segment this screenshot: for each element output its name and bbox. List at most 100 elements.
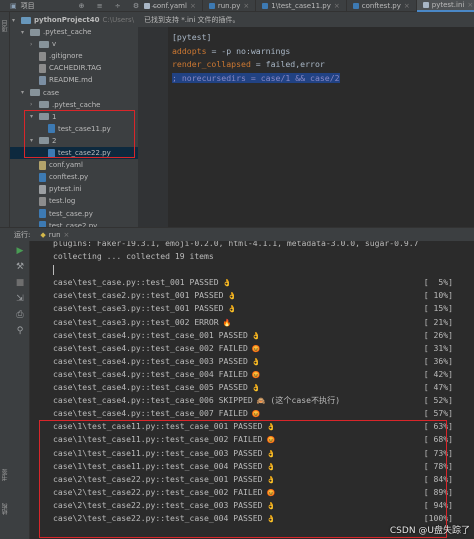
- code-area[interactable]: [pytest] addopts = -p no:warnings render_c…: [172, 31, 340, 85]
- console-line-text: case\2\test_case22.py::test_case_001 PAS…: [53, 473, 263, 484]
- close-icon[interactable]: ×: [404, 2, 410, 10]
- restore-layout-icon[interactable]: ⇲: [14, 293, 26, 305]
- console-line: case\test_case4.py::test_case_002 FAILED…: [53, 342, 453, 355]
- console-line: case\test_case4.py::test_case_003 PASSED…: [53, 355, 453, 368]
- tree-folder[interactable]: › v: [10, 38, 56, 50]
- progress-percent: [ 89%]: [423, 486, 453, 497]
- console-line: case\1\test_case11.py::test_case_002 FAI…: [53, 433, 453, 446]
- tree-file[interactable]: conftest.py: [10, 171, 88, 183]
- tree-item-label: test.log: [49, 197, 76, 206]
- tree-folder[interactable]: › .pytest_cache: [10, 99, 100, 111]
- console-line-text: case\test_case2.py::test_001 PASSED: [53, 290, 224, 301]
- log-file-icon: [39, 51, 46, 61]
- run-toolbar: ▶ ⚒ ■ ⇲ ⎙ ⚲: [10, 241, 30, 539]
- left-tool-stripe: 项目: [0, 12, 10, 227]
- console-line: case\1\test_case11.py::test_case_001 PAS…: [53, 420, 453, 433]
- chevron-right-icon[interactable]: ›: [30, 41, 36, 48]
- text-cursor: [53, 264, 54, 275]
- close-icon[interactable]: ×: [467, 1, 473, 9]
- tree-item-label: .pytest_cache: [43, 28, 92, 36]
- editor-tab[interactable]: conf.yaml ×: [138, 0, 203, 12]
- tree-file[interactable]: test_case2.py: [10, 220, 97, 227]
- tree-item-label: test_case11.py: [58, 124, 111, 133]
- editor-tab[interactable]: 1\test_case11.py ×: [256, 0, 347, 12]
- py-file-icon: [39, 172, 46, 182]
- bookmarks-stripe-label[interactable]: 书签: [1, 469, 10, 481]
- console-line-text: case\1\test_case11.py::test_case_003 PAS…: [53, 447, 263, 458]
- tree-file[interactable]: pytest.ini: [10, 183, 82, 195]
- editor-tab[interactable]: pytest.ini ×: [416, 0, 474, 12]
- rerun-icon[interactable]: ▶: [14, 245, 26, 257]
- console-line-text: case\test_case3.py::test_002 ERROR: [53, 316, 219, 327]
- progress-percent: [ 84%]: [423, 473, 453, 484]
- tree-root[interactable]: ▾ pythonProject40 C:\Users\: [12, 14, 134, 26]
- tree-file[interactable]: test_case.py: [10, 208, 93, 220]
- py-file-icon: [208, 3, 215, 9]
- console-line-text: case\1\test_case11.py::test_case_004 PAS…: [53, 460, 263, 471]
- console-line: case\test_case4.py::test_case_006 SKIPPE…: [53, 394, 453, 407]
- chevron-down-icon[interactable]: ▾: [30, 113, 36, 120]
- close-icon[interactable]: ×: [334, 2, 340, 10]
- tree-file[interactable]: CACHEDIR.TAG: [10, 62, 101, 74]
- editor-gutter: [138, 27, 168, 227]
- console-line: case\test_case4.py::test_case_004 FAILED…: [53, 368, 453, 381]
- close-icon[interactable]: ×: [190, 2, 196, 10]
- close-icon[interactable]: ×: [243, 2, 249, 10]
- stop-icon[interactable]: ■: [14, 277, 26, 289]
- folder-icon: [39, 113, 49, 121]
- print-icon[interactable]: ⎙: [14, 309, 26, 321]
- chevron-right-icon[interactable]: ›: [30, 101, 36, 108]
- console-line-text: case\test_case.py::test_001 PASSED: [53, 277, 219, 288]
- console-line: case\2\test_case22.py::test_case_001 PAS…: [53, 473, 453, 486]
- progress-percent: [ 78%]: [423, 460, 453, 471]
- tree-file[interactable]: test.log: [10, 195, 75, 207]
- project-stripe-label[interactable]: 项目: [1, 20, 10, 32]
- console-output: plugins: Faker-19.3.1, emoji-0.2.0, html…: [53, 241, 453, 525]
- tree-item-label: case: [43, 88, 60, 97]
- progress-percent: [ 52%]: [423, 395, 453, 406]
- tree-file[interactable]: test_case11.py: [10, 123, 111, 135]
- chevron-down-icon: ▾: [12, 16, 16, 24]
- run-header-label: 运行:: [14, 230, 31, 239]
- console-line: collecting ... collected 19 items: [53, 250, 453, 263]
- chevron-down-icon[interactable]: ▾: [30, 137, 36, 144]
- tree-root-path: C:\Users\: [102, 16, 135, 24]
- tree-folder[interactable]: ▾ 2: [10, 135, 56, 147]
- run-tool-header: 运行: ◆ run ×: [0, 227, 474, 241]
- editor-tab[interactable]: conftest.py ×: [347, 0, 417, 12]
- close-icon[interactable]: ×: [64, 231, 70, 239]
- pin-icon[interactable]: ⚲: [14, 325, 26, 337]
- tree-file[interactable]: conf.yaml: [10, 159, 83, 171]
- tree-folder[interactable]: ▾ 1: [10, 111, 56, 123]
- tree-item-label: pytest.ini: [49, 185, 82, 194]
- run-tab[interactable]: ◆ run ×: [36, 231, 73, 239]
- tree-file[interactable]: README.md: [10, 74, 92, 86]
- python-icon: ◆: [40, 230, 46, 239]
- console-line-text: case\test_case4.py::test_case_007 FAILED: [53, 408, 248, 419]
- progress-percent: [ 73%]: [423, 447, 453, 458]
- run-tab-label: run: [48, 230, 61, 239]
- ini-file-icon: [422, 2, 429, 8]
- console-line: case\test_case4.py::test_case_001 PASSED…: [53, 329, 453, 342]
- progress-percent: [ 21%]: [423, 316, 453, 327]
- chevron-down-icon[interactable]: ▾: [21, 29, 27, 36]
- editor-tabs: conf.yaml × run.py × 1\test_case11.py × confte…: [138, 0, 474, 12]
- progress-percent: [ 47%]: [423, 382, 453, 393]
- tree-file[interactable]: test_case22.py: [10, 147, 138, 159]
- chevron-down-icon[interactable]: ▾: [21, 89, 27, 96]
- tree-item-label: 1: [52, 112, 57, 121]
- console-line-text: case\1\test_case11.py::test_case_001 PAS…: [53, 421, 263, 432]
- editor-tab-label: 1\test_case11.py: [271, 2, 331, 10]
- editor-tab[interactable]: run.py ×: [203, 0, 257, 12]
- wrench-icon[interactable]: ⚒: [14, 261, 26, 273]
- tree-root-label: pythonProject40: [34, 16, 100, 24]
- console-line-text: plugins: Faker-19.3.1, emoji-0.2.0, html…: [53, 241, 419, 248]
- tree-item-label: .gitignore: [49, 52, 83, 61]
- run-console[interactable]: plugins: Faker-19.3.1, emoji-0.2.0, html…: [30, 241, 474, 539]
- tree-folder[interactable]: ▾ .pytest_cache: [10, 26, 91, 38]
- structure-stripe-label[interactable]: 结构: [1, 503, 10, 515]
- editor-tab-label: run.py: [217, 2, 241, 10]
- tree-file[interactable]: .gitignore: [10, 50, 83, 62]
- tree-folder[interactable]: ▾ case: [10, 87, 59, 99]
- log-file-icon: [39, 63, 46, 73]
